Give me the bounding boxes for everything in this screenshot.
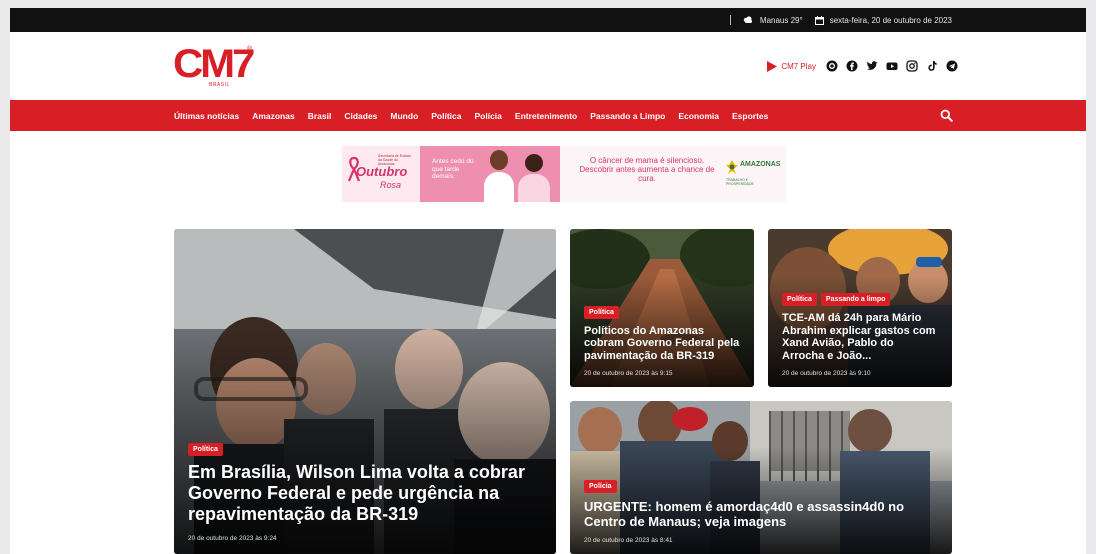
news-date: 20 de outubro de 2023 às 8:41 bbox=[584, 537, 673, 544]
nav-item-politica[interactable]: Política bbox=[431, 111, 461, 121]
weather-text: Manaus 29° bbox=[759, 15, 803, 25]
banner-message: O câncer de mama é silencioso. Descobrir… bbox=[579, 156, 715, 183]
date-text: sexta-feira, 20 de outubro de 2023 bbox=[829, 15, 952, 25]
news-card-tce[interactable]: Política Passando a limpo TCE-AM dá 24h … bbox=[768, 229, 952, 387]
banner-left-panel: Secretaria de Estado da Saúde do Amazona… bbox=[342, 146, 420, 202]
youtube-icon[interactable] bbox=[886, 60, 898, 72]
news-card-urgent[interactable]: Polícia URGENTE: homem é amordaç4d0 e as… bbox=[570, 401, 952, 554]
news-title[interactable]: URGENTE: homem é amordaç4d0 e assassin4d… bbox=[584, 499, 938, 529]
site-header: CM7 ® BRASIL CM7 Play bbox=[10, 32, 1086, 100]
news-card-road[interactable]: Política Políticos do Amazonas cobram Go… bbox=[570, 229, 754, 387]
category-badge[interactable]: Política bbox=[782, 293, 817, 306]
category-badge[interactable]: Política bbox=[584, 305, 619, 319]
amazonas-gov-logo: AMAZONAS TRABALHO E PROSPERIDADE bbox=[726, 160, 780, 186]
facebook-icon[interactable] bbox=[846, 60, 858, 72]
amazonas-gov-name: AMAZONAS bbox=[740, 161, 781, 168]
calendar-icon bbox=[814, 15, 824, 25]
amazonas-gov-sub: TRABALHO E PROSPERIDADE bbox=[726, 178, 754, 186]
cm7-play-link[interactable]: CM7 Play bbox=[767, 60, 816, 72]
news-card-main[interactable]: Política Em Brasília, Wilson Lima volta … bbox=[174, 229, 556, 554]
banner-outubro: Outubro bbox=[356, 164, 408, 179]
threads-icon[interactable] bbox=[826, 60, 838, 72]
news-title[interactable]: Políticos do Amazonas cobram Governo Fed… bbox=[584, 325, 740, 363]
banner-image-panel: Antes cedo do que tarde demais. bbox=[420, 146, 560, 202]
banner-person-head bbox=[525, 154, 543, 172]
instagram-icon[interactable] bbox=[906, 60, 918, 72]
category-badge[interactable]: Política bbox=[188, 443, 223, 456]
banner-person bbox=[484, 172, 514, 202]
cm7-play-label: CM7 Play bbox=[781, 61, 816, 71]
banner-rosa: Rosa bbox=[380, 180, 402, 190]
news-date: 20 de outubro de 2023 às 9:15 bbox=[584, 370, 673, 377]
nav-item-ultimas-noticias[interactable]: Últimas notícias bbox=[174, 111, 239, 121]
banner-tagline: Antes cedo do que tarde demais. bbox=[432, 158, 474, 180]
nav-item-cidades[interactable]: Cidades bbox=[344, 111, 377, 121]
news-title[interactable]: TCE-AM dá 24h para Mário Abrahim explica… bbox=[782, 312, 938, 362]
news-date: 20 de outubro de 2023 às 9:24 bbox=[188, 535, 277, 542]
nav-item-entretenimento[interactable]: Entretenimento bbox=[515, 111, 577, 121]
social-links: CM7 Play bbox=[767, 58, 958, 74]
twitter-icon[interactable] bbox=[866, 60, 878, 72]
site-logo[interactable]: CM7 ® BRASIL bbox=[173, 44, 255, 92]
banner-person bbox=[518, 174, 550, 202]
banner-message-panel: O câncer de mama é silencioso. Descobrir… bbox=[560, 146, 786, 202]
main-nav: Últimas notícias Amazonas Brasil Cidades… bbox=[10, 100, 1086, 131]
nav-item-brasil[interactable]: Brasil bbox=[308, 111, 332, 121]
banner-person-head bbox=[490, 150, 508, 170]
logo-registered: ® bbox=[247, 46, 253, 53]
nav-item-policia[interactable]: Polícia bbox=[475, 111, 502, 121]
cloud-icon bbox=[743, 16, 754, 24]
nav-item-economia[interactable]: Economia bbox=[678, 111, 719, 121]
page: Manaus 29° sexta-feira, 20 de outubro de… bbox=[10, 8, 1086, 554]
play-icon bbox=[767, 60, 778, 72]
nav-item-esportes[interactable]: Esportes bbox=[732, 111, 768, 121]
nav-item-mundo[interactable]: Mundo bbox=[390, 111, 418, 121]
outubro-rosa-banner[interactable]: Secretaria de Estado da Saúde do Amazona… bbox=[342, 146, 786, 202]
news-date: 20 de outubro de 2023 às 9:10 bbox=[782, 370, 871, 377]
tiktok-icon[interactable] bbox=[926, 60, 938, 72]
news-title[interactable]: Em Brasília, Wilson Lima volta a cobrar … bbox=[188, 462, 542, 525]
category-badge[interactable]: Passando a limpo bbox=[820, 293, 891, 306]
telegram-icon[interactable] bbox=[946, 60, 958, 72]
search-icon[interactable] bbox=[940, 109, 953, 122]
top-bar: Manaus 29° sexta-feira, 20 de outubro de… bbox=[10, 8, 1086, 32]
logo-subtitle: BRASIL bbox=[209, 82, 230, 88]
nav-item-amazonas[interactable]: Amazonas bbox=[252, 111, 295, 121]
nav-item-passando-a-limpo[interactable]: Passando a Limpo bbox=[590, 111, 665, 121]
category-badge[interactable]: Polícia bbox=[584, 480, 617, 493]
divider bbox=[729, 15, 731, 25]
